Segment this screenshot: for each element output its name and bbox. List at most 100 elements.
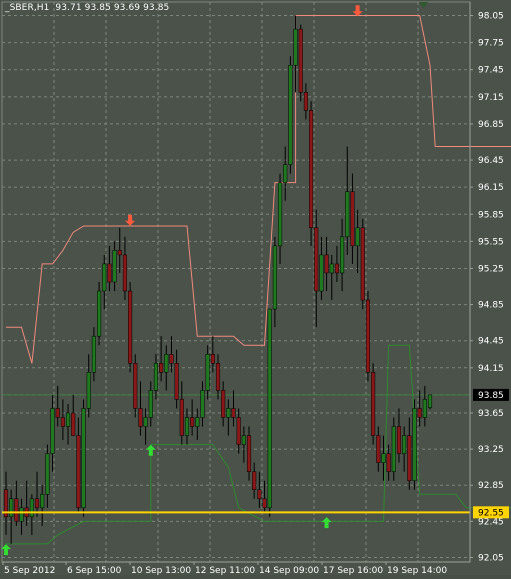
y-tick-label: 94.15 <box>478 364 504 374</box>
candle-bear <box>128 290 133 364</box>
candle-bear <box>303 92 308 111</box>
candle-bear <box>365 299 371 373</box>
candle-bear <box>376 435 381 463</box>
candle-bear <box>122 254 127 292</box>
x-tick-label: 17 Sep 16:00 <box>323 566 383 575</box>
candle-bear <box>386 453 391 472</box>
candle-bull <box>391 426 396 472</box>
candle-bear <box>371 372 376 436</box>
candle-bear <box>14 498 19 522</box>
x-tick-label: 12 Sep 11:00 <box>195 566 255 575</box>
candle-bear <box>298 28 303 93</box>
candle-bull <box>329 263 334 274</box>
candle-bull <box>65 412 71 427</box>
candle-bull <box>195 417 200 427</box>
candle-bull <box>153 363 159 391</box>
candle-bull <box>9 498 14 518</box>
candle-bear <box>314 227 319 292</box>
candle-bull <box>205 354 210 391</box>
candle-bull <box>345 191 350 238</box>
candle-bull <box>412 408 417 481</box>
symbol-header: _SBER,H1 93.71 93.85 93.69 93.85 <box>5 3 170 13</box>
candle-bear <box>159 363 164 373</box>
y-tick-label: 96.15 <box>478 183 504 193</box>
y-tick-label: 93.25 <box>478 445 504 455</box>
candle-bear <box>360 227 365 301</box>
candle-bear <box>396 426 402 454</box>
y-tick-label: 94.85 <box>478 301 504 311</box>
candle-bull <box>241 435 246 445</box>
candle-bear <box>221 390 226 418</box>
x-tick-label: 5 Sep 2012 <box>4 566 55 575</box>
candle-bear <box>133 363 138 409</box>
candle-bull <box>319 254 324 292</box>
candle-bull <box>143 417 148 427</box>
y-tick-label: 98.05 <box>478 12 504 22</box>
level-label: 92.55 <box>478 508 504 518</box>
candle-bear <box>407 435 412 481</box>
candle-bear <box>138 408 143 427</box>
candle-bear <box>190 417 195 427</box>
y-tick-label: 96.45 <box>478 156 504 166</box>
candle-bear <box>55 408 60 418</box>
candle-bear <box>257 489 262 500</box>
price-chart[interactable]: 98.05 97.75 97.45 97.15 96.85 96.45 96.15 95.85… <box>0 0 511 576</box>
candle-bull <box>381 453 386 463</box>
candle-bull <box>19 507 24 522</box>
candle-bull <box>97 290 102 337</box>
chart-root: 98.05 97.75 97.45 97.15 96.85 96.45 96.15 95.85… <box>0 0 511 576</box>
candle-bull <box>267 308 272 509</box>
candle-bear <box>262 498 267 509</box>
candle-bear <box>169 354 174 364</box>
candle-bull <box>288 64 293 165</box>
candle-bull <box>45 453 50 495</box>
candle-bear <box>117 250 122 256</box>
candle-bear <box>324 254 329 274</box>
x-tick-label: 10 Sep 13:00 <box>131 566 191 575</box>
candle-bull <box>293 28 298 66</box>
candle-bear <box>309 110 314 229</box>
candle-bear <box>174 363 179 400</box>
x-tick-label: 14 Sep 09:00 <box>259 566 319 575</box>
y-tick-label: 95.25 <box>478 264 504 274</box>
candle-bull <box>402 435 407 454</box>
candle-bull <box>272 245 277 310</box>
candle-bear <box>76 435 81 509</box>
candle-bear <box>210 354 215 364</box>
y-tick-label: 95.55 <box>478 237 504 247</box>
candle-bear <box>179 399 184 436</box>
last-price-label: 93.85 <box>478 391 504 401</box>
candle-bear <box>60 417 65 427</box>
y-tick-label: 97.75 <box>478 39 504 49</box>
candle-bear <box>350 191 355 247</box>
candle-bull <box>422 399 427 418</box>
y-tick-label: 92.05 <box>478 553 504 563</box>
candle-bull <box>50 408 55 454</box>
candle-bull <box>91 335 96 373</box>
candle-bull <box>102 263 107 292</box>
candle-bull <box>200 390 205 418</box>
candle-bull <box>226 408 231 418</box>
candle-bear <box>34 498 40 509</box>
candle-bear <box>334 263 339 274</box>
candle-bear <box>246 435 252 472</box>
y-tick-label: 97.45 <box>478 66 504 76</box>
y-tick-label: 92.45 <box>478 517 504 527</box>
candle-bull <box>427 394 433 408</box>
candle-bull <box>355 227 360 247</box>
candle-bear <box>107 263 112 283</box>
y-tick-label: 95.85 <box>478 210 504 220</box>
candle-bull <box>29 498 34 518</box>
candle-bull <box>40 494 45 509</box>
candle-bull <box>81 408 86 509</box>
y-tick-label: 93.65 <box>478 409 504 419</box>
candle-bull <box>86 372 91 409</box>
y-tick-label: 96.85 <box>478 120 504 130</box>
candle-bull <box>148 390 153 418</box>
candle-bull <box>164 354 169 373</box>
candle-bear <box>215 363 221 391</box>
y-tick-label: 97.15 <box>478 93 504 103</box>
candle-bear <box>417 408 422 418</box>
candle-bull <box>283 164 288 183</box>
y-tick-label: 92.85 <box>478 481 504 491</box>
